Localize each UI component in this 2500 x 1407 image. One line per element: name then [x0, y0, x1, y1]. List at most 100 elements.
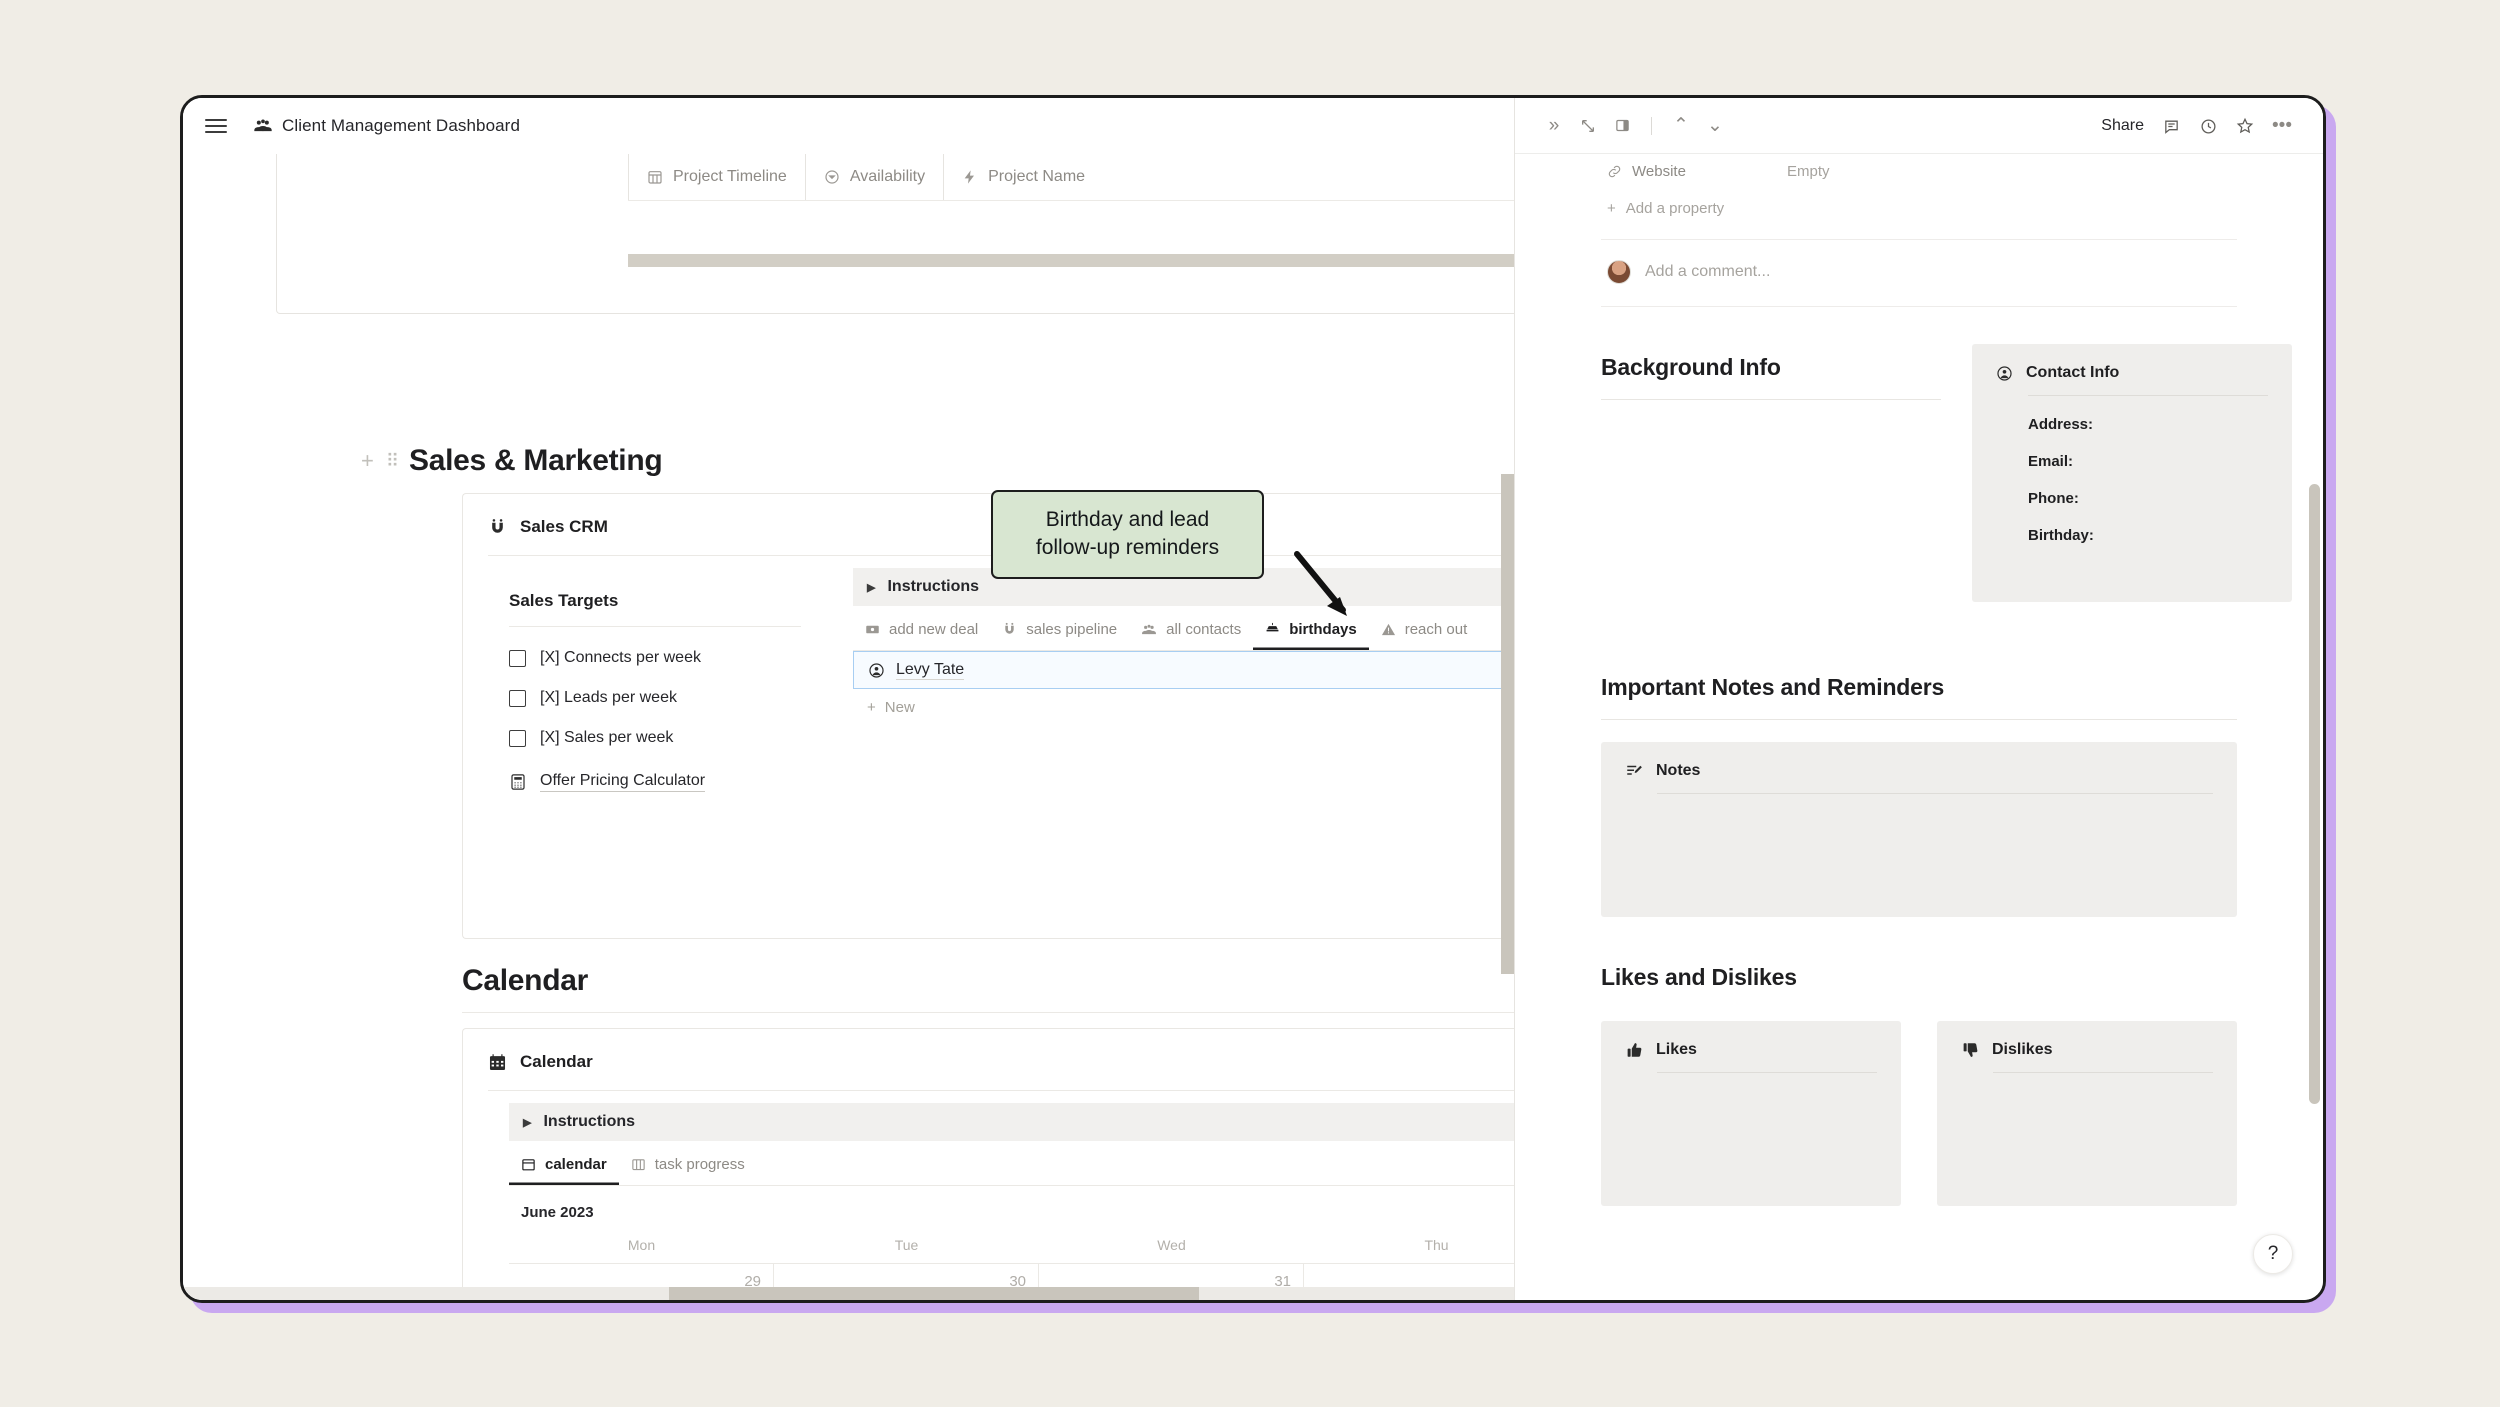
divider	[1601, 239, 2237, 240]
todo-item[interactable]: [X] Sales per week	[509, 729, 839, 747]
divider	[488, 1090, 1514, 1091]
notes-section-heading: Important Notes and Reminders	[1601, 674, 1945, 700]
person-circle-icon	[868, 662, 885, 679]
clock-history-icon[interactable]	[2193, 111, 2223, 141]
left-pane-vertical-scrollbar[interactable]	[1501, 474, 1514, 974]
link-icon	[1607, 164, 1622, 179]
window-topbar: Client Management Dashboard	[183, 98, 1514, 154]
table-column-availability[interactable]: Availability	[804, 154, 943, 200]
person-circle-icon	[1996, 365, 2013, 382]
comment-icon[interactable]	[2156, 111, 2186, 141]
people-group-icon	[1141, 622, 1157, 638]
likes-card-title: Likes	[1656, 1041, 1697, 1058]
sales-crm-title-row[interactable]: Sales CRM	[463, 494, 1514, 537]
double-chevron-right-icon[interactable]: »	[1539, 111, 1569, 141]
breadcrumb[interactable]: Client Management Dashboard	[253, 116, 520, 136]
annotation-callout: Birthday and lead follow-up reminders	[991, 490, 1264, 579]
notes-card-title: Notes	[1656, 762, 1701, 779]
calendar-card-title: Calendar	[520, 1052, 593, 1071]
calendar-card-title-row[interactable]: Calendar	[463, 1029, 1514, 1072]
hamburger-menu-icon[interactable]	[205, 115, 227, 137]
divider	[509, 626, 801, 627]
property-value[interactable]: Empty	[1787, 163, 1830, 180]
birthday-cake-icon	[1265, 622, 1280, 637]
checkbox[interactable]	[509, 689, 526, 707]
tab-calendar[interactable]: calendar	[509, 1147, 619, 1185]
tab-label: sales pipeline	[1026, 621, 1118, 638]
right-pane-toolbar: » ⌃ ⌄ Share •••	[1515, 98, 2323, 154]
table-column-project-name[interactable]: Project Name	[943, 154, 1103, 200]
drag-grip-icon[interactable]: ⠿	[386, 452, 399, 470]
annotation-line-2: follow-up reminders	[1035, 536, 1220, 560]
calendar-table-icon	[647, 169, 663, 185]
star-icon[interactable]	[2230, 111, 2260, 141]
todo-item[interactable]: [X] Leads per week	[509, 689, 839, 707]
magnet-icon	[488, 518, 507, 537]
contact-field-address: Address:	[2028, 416, 2094, 433]
left-document-pane: Client Management Dashboard Project Time…	[183, 98, 1515, 1300]
chevron-up-icon[interactable]: ⌃	[1666, 111, 1696, 141]
people-group-icon	[253, 116, 273, 136]
thumbs-down-icon	[1961, 1041, 1979, 1059]
offer-pricing-calculator-label: Offer Pricing Calculator	[540, 772, 706, 792]
calendar-instructions-label: Instructions	[543, 1113, 636, 1130]
chevron-down-icon[interactable]: ⌄	[1700, 111, 1730, 141]
share-button[interactable]: Share	[2101, 117, 2144, 135]
calendar-instructions-toggle[interactable]: ▶ Instructions	[509, 1103, 1514, 1141]
notes-pencil-icon	[1625, 762, 1643, 780]
tab-reach-out[interactable]: reach out	[1369, 612, 1480, 650]
tab-label: task progress	[654, 1156, 745, 1173]
page-title: Client Management Dashboard	[282, 116, 521, 135]
plus-icon[interactable]: +	[361, 448, 374, 474]
tab-add-new-deal[interactable]: add new deal	[853, 612, 990, 650]
checkbox[interactable]	[509, 649, 526, 667]
new-row-button[interactable]: + New	[853, 689, 1514, 716]
divider	[1657, 1072, 1877, 1073]
diagonal-arrow-icon	[1294, 551, 1347, 616]
calendar-dow: Thu	[1424, 1237, 1449, 1253]
table-column-label: Availability	[849, 168, 926, 185]
offer-pricing-calculator-link[interactable]: Offer Pricing Calculator	[509, 772, 706, 792]
contact-field-email: Email:	[2028, 453, 2074, 470]
notes-card: Notes	[1601, 742, 2237, 917]
divider	[1993, 1072, 2213, 1073]
tab-task-progress[interactable]: task progress	[619, 1147, 757, 1185]
sales-marketing-heading-row: + ⠿ Sales & Marketing	[361, 444, 663, 478]
thumbs-up-icon	[1625, 1041, 1643, 1059]
add-comment-row[interactable]: Add a comment...	[1607, 260, 2323, 284]
property-row-website[interactable]: Website Empty	[1607, 154, 2323, 188]
add-property-button[interactable]: + Add a property	[1607, 200, 2323, 217]
divider	[1601, 399, 1941, 400]
table-scrollbar-band[interactable]	[628, 254, 1514, 267]
checkbox[interactable]	[509, 729, 526, 747]
right-detail-pane: » ⌃ ⌄ Share ••• Website Empty + Add a pr…	[1515, 98, 2323, 1300]
toolbar-divider	[1651, 116, 1652, 135]
open-in-full-icon[interactable]	[1573, 111, 1603, 141]
contact-field-birthday: Birthday:	[2028, 527, 2094, 544]
calendar-day-headers: Mon Tue Wed Thu	[509, 1237, 1514, 1263]
todo-item[interactable]: [X] Connects per week	[509, 649, 839, 667]
table-divider	[628, 200, 1514, 201]
tab-label: reach out	[1404, 621, 1468, 638]
table-column-project-timeline[interactable]: Project Timeline	[628, 154, 805, 200]
right-pane-vertical-scrollbar[interactable]	[2309, 484, 2320, 1104]
help-button[interactable]: ?	[2253, 1234, 2293, 1274]
tab-label: all contacts	[1166, 621, 1242, 638]
table-column-label: Project Timeline	[673, 168, 787, 185]
calendar-heading: Calendar	[462, 964, 588, 997]
notes-card-title-row: Notes	[1601, 742, 2237, 780]
tab-sales-pipeline[interactable]: sales pipeline	[990, 612, 1129, 650]
tab-all-contacts[interactable]: all contacts	[1129, 612, 1253, 650]
calendar-dow: Wed	[1157, 1237, 1186, 1253]
magnet-icon	[1002, 622, 1017, 637]
ellipsis-icon[interactable]: •••	[2267, 111, 2297, 141]
horizontal-scrollbar-thumb[interactable]	[669, 1287, 1199, 1300]
tab-label: calendar	[545, 1156, 607, 1173]
contact-info-title-row: Contact Info	[1972, 344, 2292, 382]
table-row[interactable]: Levy Tate	[853, 651, 1514, 689]
likes-section-heading: Likes and Dislikes	[1601, 964, 1797, 990]
horizontal-scrollbar-track[interactable]	[183, 1287, 1514, 1300]
sidebar-layout-icon[interactable]	[1607, 111, 1637, 141]
property-key-label: Website	[1632, 162, 1686, 180]
sales-marketing-heading: Sales & Marketing	[409, 444, 663, 477]
